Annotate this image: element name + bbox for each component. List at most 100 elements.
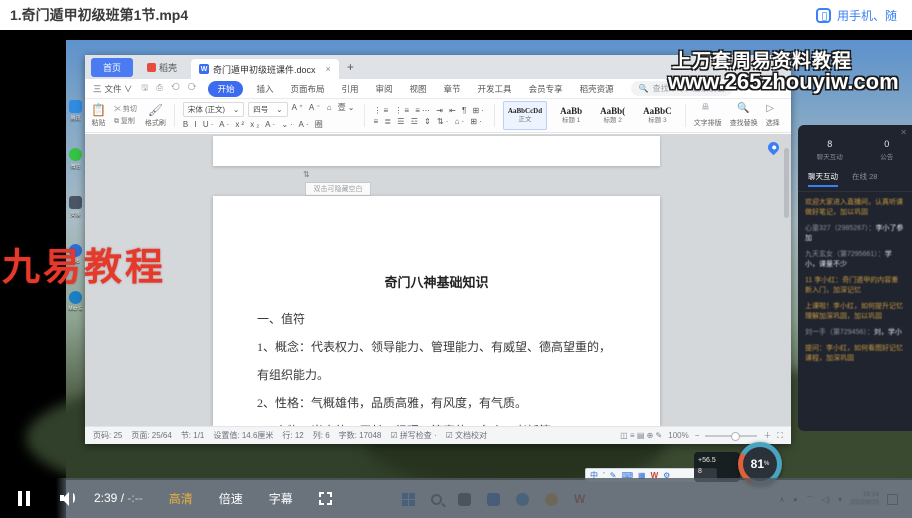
format-painter[interactable]: 🖌 格式刷 (145, 101, 166, 130)
hamburger-icon: 三 (93, 83, 102, 95)
menu-tab-view[interactable]: 视图 (406, 81, 431, 97)
edge-icon (69, 291, 82, 304)
cut-icon: ✂ (114, 106, 121, 113)
doc-line: 1、概念：代表权力、领导能力、管理能力、有威望、德高望重的， (257, 333, 616, 361)
chat-message: 九天玄女（第7295661）：学小，课量不少 (805, 250, 905, 270)
zoom-in-button[interactable]: ＋ (763, 430, 771, 441)
status-line: 行: 12 (282, 430, 303, 441)
paste-icon: 📋 (91, 104, 106, 116)
recorded-desktop: 腾讯 微信 安装 345 Micr E 首页 稻壳 W 奇门遁甲初级班课件.do… (66, 40, 912, 518)
font-size-select[interactable]: 四号⌄ (248, 102, 287, 117)
fullscreen-icon[interactable] (319, 492, 332, 505)
docer-icon (147, 63, 156, 72)
volume-icon[interactable] (60, 491, 76, 505)
font-size-buttons[interactable]: A⁺ A⁻ ⌂ 壹⌄ (292, 102, 357, 117)
tab-close-icon[interactable]: × (326, 64, 331, 74)
hide-whitespace-tooltip: 双击可隐藏空白 (305, 182, 371, 196)
fit-page-icon[interactable]: ⛶ (777, 431, 783, 441)
quality-button[interactable]: 高清 (169, 490, 193, 507)
status-proofread[interactable]: ☑ 文档校对 (446, 430, 487, 441)
style-normal[interactable]: AaBbCcDd 正文 (503, 101, 547, 130)
chat-stat: 0 公告 (880, 139, 893, 161)
menu-tab-developer[interactable]: 开发工具 (474, 81, 516, 97)
hide-whitespace-cursor-icon: ⇅ (303, 170, 310, 179)
video-file-title: 1.奇门遁甲初级班第1节.mp4 (10, 5, 188, 25)
menu-tab-review[interactable]: 审阅 (372, 81, 397, 97)
status-page-total: 页面: 25/64 (131, 430, 171, 441)
chat-tab-messages[interactable]: 聊天互动 (808, 171, 838, 187)
chat-message-list[interactable]: 欢迎大家进入直播间，认真听课做好笔记，加以巩固 心童327（2985267）：李… (798, 192, 912, 370)
menu-tab-home[interactable]: 开始 (208, 81, 243, 97)
menu-tab-layout[interactable]: 页面布局 (286, 81, 328, 97)
wps-document-tab[interactable]: W 奇门遁甲初级班课件.docx × (191, 59, 339, 79)
chat-message: 提问：李小红，如何看图好记忆课程，加深巩固 (805, 344, 905, 364)
style-heading1[interactable]: AaBb 标题 1 (555, 101, 587, 130)
chat-tabs: 聊天互动 在线 28 (798, 161, 912, 192)
style-heading2[interactable]: AaBb( 标题 2 (595, 101, 630, 130)
paragraph-buttons-row1[interactable]: ⋮≡ ⋮≡ ≡⋯ ⇥ ⇤ ¶ ⊞· (373, 106, 485, 115)
paragraph-buttons-row2[interactable]: ≡ ≣ ☰ ☲ ⇕ ⇅· ⌂· ⊞· (373, 117, 485, 126)
status-spellcheck[interactable]: ☑ 拼写检查 · (390, 430, 436, 441)
wps-docer-tab[interactable]: 稻壳 (139, 58, 185, 77)
clipboard-group[interactable]: ✂ 剪切 ⧉ 复制 (114, 101, 137, 130)
chat-stats: 8 聊天互动 0 公告 (798, 139, 912, 161)
subtitle-button[interactable]: 字幕 (269, 490, 293, 507)
file-menu[interactable]: 三 文件 ∨ (93, 83, 132, 95)
text-layout-tool[interactable]: ≞文字排版 (694, 101, 722, 130)
doc-line: 3、人物：当官的，厂长，经理，管事的，名人，老板等。 (257, 417, 616, 426)
font-name-select[interactable]: 宋体 (正文)⌄ (183, 102, 244, 117)
chat-message: 上课啦！李小红，如何提升记忆理解加深巩固，加以巩固 (805, 302, 905, 322)
style-heading3[interactable]: AaBbC 标题 3 (638, 101, 677, 130)
menu-tab-member[interactable]: 会员专享 (525, 81, 567, 97)
doc-line: 有组织能力。 (257, 361, 616, 389)
status-wordcount: 字数: 17048 (339, 430, 382, 441)
text-layout-icon: ≞ (701, 104, 714, 117)
document-page[interactable]: 奇门八神基础知识 一、值符 1、概念：代表权力、领导能力、管理能力、有威望、德高… (213, 196, 660, 426)
status-section: 节: 1/1 (181, 430, 205, 441)
menu-tab-insert[interactable]: 插入 (252, 81, 277, 97)
chat-message: 欢迎大家进入直播间，认真听课做好笔记，加以巩固 (805, 198, 905, 218)
cursor-icon: ▷ (766, 104, 779, 117)
paste-group[interactable]: 📋 粘贴 (91, 101, 106, 130)
watch-on-mobile[interactable]: 用手机、随 (816, 7, 902, 24)
menu-tab-section[interactable]: 章节 (440, 81, 465, 97)
font-format-buttons[interactable]: B I U· A· x² x₂ A· ⌄· A· 圈 (183, 119, 357, 130)
paragraph-group: ⋮≡ ⋮≡ ≡⋯ ⇥ ⇤ ¶ ⊞· ≡ ≣ ☰ ☲ ⇕ ⇅· ⌂· ⊞· (373, 101, 485, 130)
zoom-out-button[interactable]: − (695, 431, 700, 440)
zoom-slider[interactable] (705, 435, 757, 437)
wps-home-button[interactable]: 首页 (91, 58, 133, 77)
new-tab-button[interactable]: + (347, 60, 354, 74)
find-replace-tool[interactable]: 🔍查找替换 (730, 101, 758, 130)
quick-access-icons[interactable]: 🖫 ⎙ ⟲ ⟳ (141, 82, 199, 96)
doc-body: 一、值符 1、概念：代表权力、领导能力、管理能力、有威望、德高望重的， 有组织能… (257, 305, 616, 426)
desktop-icon-edge[interactable]: Micr E (68, 291, 82, 312)
chat-close-icon[interactable]: ✕ (900, 128, 907, 137)
view-mode-icons[interactable]: ◫ ≡ ▤ ⊕ ✎ (620, 431, 662, 440)
doc-line: 2、性格：气概雄伟，品质高雅，有风度，有气质。 (257, 389, 616, 417)
document-area[interactable]: ⇅ 双击可隐藏空白 奇门八神基础知识 一、值符 1、概念：代表权力、领导能力、管… (85, 134, 791, 426)
doc-heading: 奇门八神基础知识 (213, 272, 660, 291)
wechat-icon (69, 148, 82, 161)
location-pin-icon[interactable] (766, 140, 782, 156)
wps-window: 首页 稻壳 W 奇门遁甲初级班课件.docx × + 三 文件 (85, 55, 791, 444)
desktop-icon-setup[interactable]: 安装 (69, 196, 82, 218)
format-painter-icon: 🖌 (145, 104, 166, 116)
live-chat-panel: ✕ 8 聊天互动 0 公告 聊天互动 在线 28 欢迎大家进入直播 (798, 125, 912, 431)
desktop-icon-tencent[interactable]: 腾讯 (69, 100, 82, 122)
tencent-icon (69, 100, 82, 113)
menu-tab-docer-res[interactable]: 稻壳资源 (576, 81, 618, 97)
wps-ribbon: 📋 粘贴 ✂ 剪切 ⧉ 复制 🖌 格式刷 宋体 (正文)⌄ (85, 99, 791, 133)
speed-button[interactable]: 倍速 (219, 490, 243, 507)
watermark-url: www.265zhouyiw.com (668, 69, 899, 95)
menu-tab-references[interactable]: 引用 (337, 81, 362, 97)
pause-button[interactable] (18, 491, 30, 506)
doc-line: 一、值符 (257, 305, 616, 333)
vertical-scrollbar[interactable] (784, 148, 789, 218)
copy-icon: ⧉ (114, 118, 119, 125)
wps-status-bar: 页码: 25 页面: 25/64 节: 1/1 设置值: 14.6厘米 行: 1… (85, 426, 791, 444)
desktop-icon-wechat[interactable]: 微信 (69, 148, 82, 170)
select-tool[interactable]: ▷选择 (766, 101, 780, 130)
chat-tab-online[interactable]: 在线 28 (852, 171, 877, 187)
video-player[interactable]: 腾讯 微信 安装 345 Micr E 首页 稻壳 W 奇门遁甲初级班课件.do… (0, 30, 912, 518)
app-window: 1.奇门遁甲初级班第1节.mp4 用手机、随 腾讯 微信 安装 345 Micr… (0, 0, 912, 518)
